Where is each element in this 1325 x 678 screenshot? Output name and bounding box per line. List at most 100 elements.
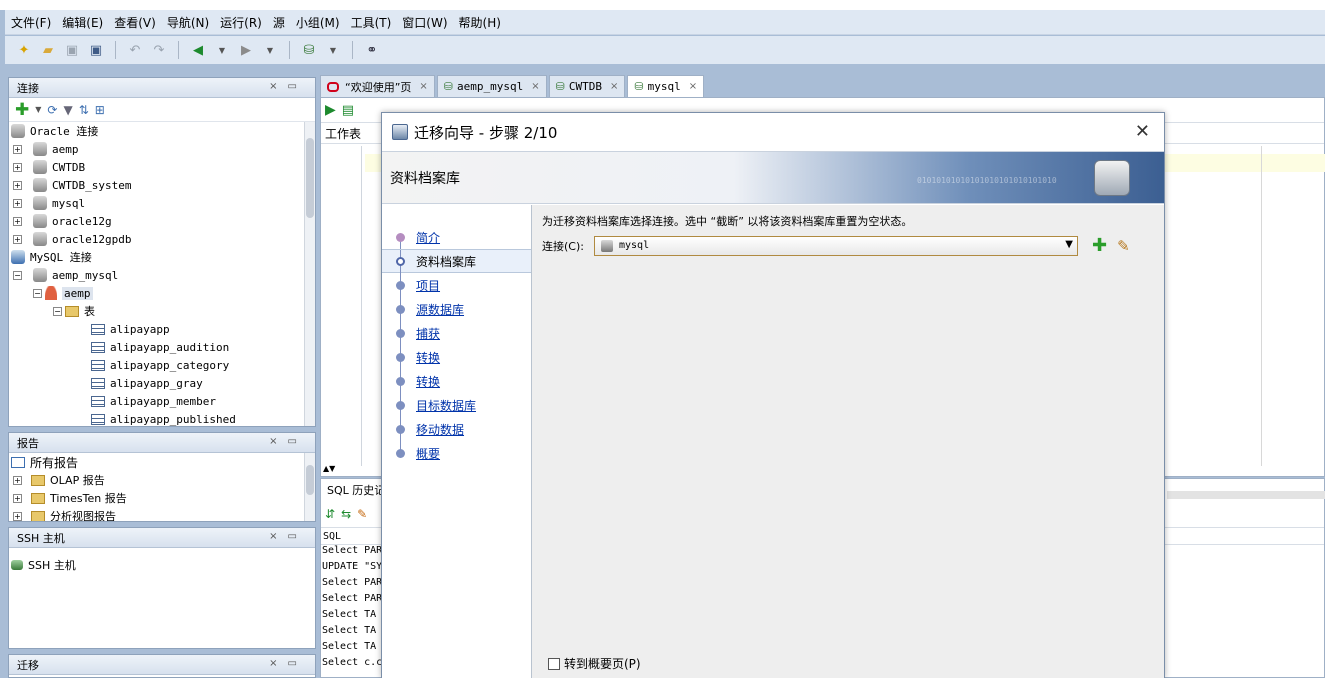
run-statement-icon[interactable]: ▶ [325, 102, 336, 118]
expand-icon[interactable]: + [13, 511, 22, 521]
manage-icon[interactable]: ⊞ [95, 103, 105, 117]
tree-node-mysql-connections[interactable]: MySQL 连接 [9, 248, 315, 266]
filter-icon[interactable]: ▼ [63, 103, 72, 117]
tree-node-table[interactable]: alipayapp_published [9, 410, 315, 428]
panel-controls[interactable]: ×▭ [269, 81, 307, 92]
tree-node-connection[interactable]: + CWTDB [9, 158, 315, 176]
wizard-step-intro[interactable]: 简介 [382, 225, 531, 249]
tree-node-tables-folder[interactable]: − 表 [9, 302, 315, 320]
close-icon[interactable]: × [610, 81, 618, 92]
menu-view[interactable]: 查看(V) [114, 14, 156, 31]
replace-icon[interactable]: ⇆ [341, 507, 351, 521]
tree-node-oracle-connections[interactable]: Oracle 连接 [9, 122, 315, 140]
menu-source[interactable]: 源 [273, 14, 285, 31]
new-file-icon[interactable]: ✦ [15, 41, 33, 59]
menu-help[interactable]: 帮助(H) [459, 14, 501, 31]
wizard-step-source-db[interactable]: 源数据库 [382, 297, 531, 321]
panel-controls[interactable]: ×▭ [269, 658, 307, 669]
chevron-down-icon[interactable]: ▼ [35, 105, 41, 114]
menu-window[interactable]: 窗口(W) [402, 14, 447, 31]
connections-scrollbar[interactable] [304, 122, 315, 426]
expand-icon[interactable]: + [13, 162, 22, 172]
tree-node-report[interactable]: + 分析视图报告 [9, 507, 315, 521]
splitter-arrows[interactable]: ▲▼ [323, 464, 335, 473]
tab-mysql[interactable]: ⛁ mysql × [627, 75, 705, 97]
chevron-down-icon[interactable]: ▼ [213, 41, 231, 59]
menu-tools[interactable]: 工具(T) [351, 14, 392, 31]
tree-node-connection[interactable]: + oracle12g [9, 212, 315, 230]
save-all-icon[interactable]: ▣ [87, 41, 105, 59]
wizard-step-translate[interactable]: 转换 [382, 369, 531, 393]
tree-node-all-reports[interactable]: 所有报告 [9, 453, 315, 471]
expand-icon[interactable]: + [13, 216, 22, 226]
undo-icon[interactable]: ↶ [126, 41, 144, 59]
collapse-icon[interactable]: − [13, 270, 22, 280]
clear-icon[interactable]: ✎ [357, 507, 367, 521]
menu-team[interactable]: 小组(M) [296, 14, 340, 31]
tree-node-connection[interactable]: + aemp [9, 140, 315, 158]
wizard-step-target-db[interactable]: 目标数据库 [382, 393, 531, 417]
tab-welcome[interactable]: “欢迎使用”页 × [320, 75, 435, 97]
tree-node-report[interactable]: + TimesTen 报告 [9, 489, 315, 507]
open-folder-icon[interactable]: ▰ [39, 41, 57, 59]
menu-edit[interactable]: 编辑(E) [62, 14, 103, 31]
tab-aemp-mysql[interactable]: ⛁ aemp_mysql × [436, 75, 547, 97]
tree-node-table[interactable]: alipayapp_category [9, 356, 315, 374]
chevron-down-icon[interactable]: ▼ [1065, 239, 1073, 250]
binoculars-icon[interactable]: ⚭ [363, 41, 381, 59]
connection-select[interactable]: mysql ▼ [593, 235, 1078, 256]
menu-navigate[interactable]: 导航(N) [167, 14, 209, 31]
menu-file[interactable]: 文件(F) [11, 14, 51, 31]
collapse-icon[interactable]: − [33, 288, 42, 298]
checkbox[interactable] [548, 657, 560, 670]
reports-scrollbar[interactable] [304, 453, 315, 521]
close-icon[interactable]: ✕ [1135, 121, 1150, 142]
expand-icon[interactable]: + [13, 475, 22, 485]
tree-node-connection[interactable]: + CWTDB_system [9, 176, 315, 194]
menu-run[interactable]: 运行(R) [220, 14, 262, 31]
sql-worksheet-icon[interactable]: ⛁ [300, 41, 318, 59]
chevron-down-icon[interactable]: ▼ [324, 41, 342, 59]
tree-node-table[interactable]: alipayapp_member [9, 392, 315, 410]
tree-node-report[interactable]: + OLAP 报告 [9, 471, 315, 489]
panel-controls[interactable]: ×▭ [269, 531, 307, 542]
collapse-icon[interactable]: − [53, 306, 62, 316]
dialog-title-bar[interactable]: 迁移向导 - 步骤 2/10 ✕ [382, 113, 1164, 151]
chevron-down-icon[interactable]: ▼ [261, 41, 279, 59]
expand-icon[interactable]: + [13, 198, 22, 208]
tree-node-connection[interactable]: + mysql [9, 194, 315, 212]
tree-node-ssh-hosts[interactable]: SSH 主机 [9, 556, 315, 574]
tree-node-schema[interactable]: − aemp [9, 284, 315, 302]
refresh-icon[interactable]: ⟳ [47, 103, 57, 117]
add-connection-icon[interactable]: ✚ [15, 100, 29, 120]
add-connection-icon[interactable]: ✚ [1092, 235, 1107, 256]
tree-node-mysql-connection[interactable]: − aemp_mysql [9, 266, 315, 284]
close-icon[interactable]: × [689, 81, 697, 92]
panel-controls[interactable]: ×▭ [269, 436, 307, 447]
back-icon[interactable]: ◀ [189, 41, 207, 59]
tree-node-connection[interactable]: + oracle12gpdb [9, 230, 315, 248]
goto-summary-checkbox[interactable]: 转到概要页(P) [548, 655, 641, 672]
schema-browser-icon[interactable]: ⇅ [79, 103, 89, 117]
run-script-icon[interactable]: ▤ [342, 103, 354, 118]
edit-connection-icon[interactable]: ✎ [1117, 237, 1130, 255]
expand-icon[interactable]: + [13, 144, 22, 154]
expand-icon[interactable]: + [13, 493, 22, 503]
wizard-step-move-data[interactable]: 移动数据 [382, 417, 531, 441]
close-icon[interactable]: × [419, 81, 427, 92]
expand-icon[interactable]: + [13, 234, 22, 244]
close-icon[interactable]: × [531, 81, 539, 92]
wizard-step-repository[interactable]: 资料档案库 [382, 249, 531, 274]
wizard-step-capture[interactable]: 捕获 [382, 321, 531, 345]
worksheet-label[interactable]: 工作表 [325, 125, 361, 142]
forward-icon[interactable]: ▶ [237, 41, 255, 59]
append-icon[interactable]: ⇵ [325, 507, 335, 521]
save-icon[interactable]: ▣ [63, 41, 81, 59]
tree-node-table[interactable]: alipayapp_gray [9, 374, 315, 392]
wizard-step-convert[interactable]: 转换 [382, 345, 531, 369]
redo-icon[interactable]: ↷ [150, 41, 168, 59]
expand-icon[interactable]: + [13, 180, 22, 190]
tree-node-table[interactable]: alipayapp_audition [9, 338, 315, 356]
tab-cwtdb[interactable]: ⛁ CWTDB × [548, 75, 626, 97]
wizard-step-summary[interactable]: 概要 [382, 441, 531, 465]
